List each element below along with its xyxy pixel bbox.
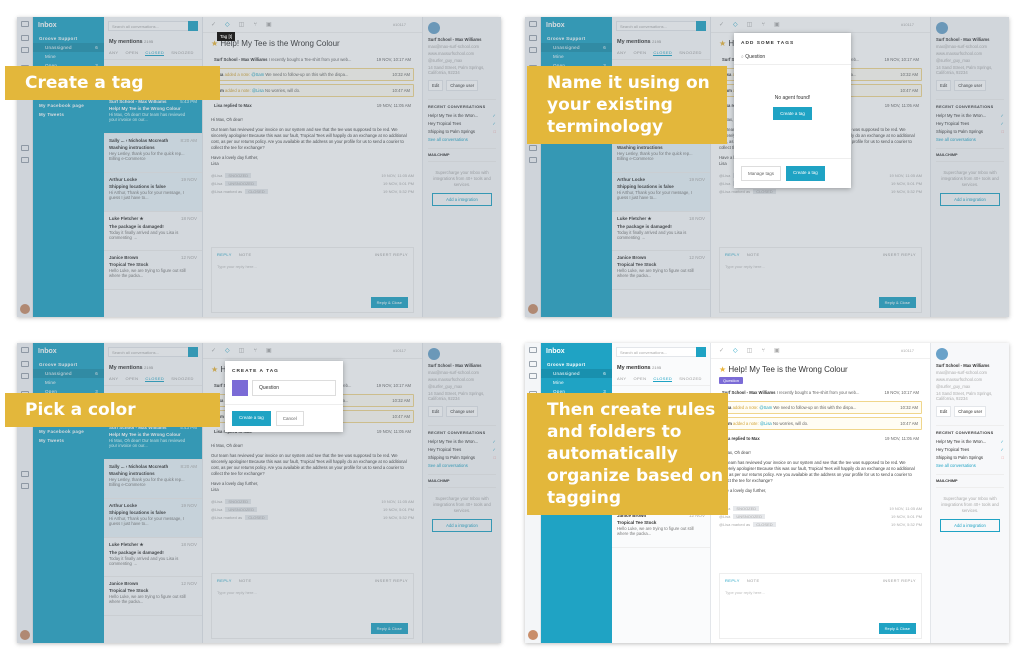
tab-open[interactable]: OPEN — [633, 376, 646, 382]
conversation-subject: Tropical Tee Stock — [617, 520, 657, 525]
user-avatar[interactable] — [528, 630, 538, 640]
message-time: 10:32 AM — [900, 405, 918, 410]
note-row[interactable]: Lisa added a note: @Sam We need to follo… — [719, 401, 922, 414]
nav-icon[interactable] — [529, 373, 537, 379]
empty-message: No agent found! — [774, 95, 811, 101]
step-caption: Name it using on your existing terminolo… — [527, 66, 727, 144]
message-time: 19 NOV, 10:17 AM — [884, 390, 919, 395]
sidebar-item[interactable]: Groove Support — [541, 360, 612, 369]
create-tag-popup: CREATE A TAG Question Create a tag Cancel — [225, 361, 343, 432]
status-badge: UNSNOOZED — [733, 514, 765, 519]
event-row: @Lisa marked as CLOSED 19 NOV, 5:32 PM — [719, 522, 922, 527]
contact-name: Surf School - Max Williams — [936, 363, 990, 368]
inbox-title: Inbox — [546, 348, 565, 355]
sidebar-item-count: 6 — [603, 371, 606, 376]
screenshot-panel: InboxGroove SupportUnassigned6MineOpen3N… — [17, 17, 501, 317]
search-input[interactable]: Search all conversations... — [616, 347, 706, 357]
conversation-view: ✓ ◇ ◫ ⑂ ▣ #10117 ★ Help! My Tee is the Wrong C… — [711, 343, 930, 643]
tag-name-input[interactable]: Question — [252, 380, 336, 396]
nav-icon[interactable] — [529, 361, 537, 367]
event-row: @LisaSNOOZED19 NOV, 11:05 AM — [719, 506, 922, 511]
list-title: My mentions 2195 — [617, 365, 662, 371]
reply-placeholder[interactable]: Type your reply here... — [720, 587, 921, 598]
cancel-button[interactable]: Cancel — [275, 411, 304, 426]
integration-promo: Supercharge your Inbox with integrations… — [941, 496, 999, 513]
conversation-preview: Hello Luke, we are trying to figure out … — [617, 526, 694, 536]
tab-snoozed[interactable]: SNOOZED — [679, 376, 702, 382]
contact-avatar — [936, 348, 948, 360]
create-tag-footer-button[interactable]: Create a tag — [786, 166, 825, 181]
sidebar-item[interactable]: Unassigned 6 — [541, 369, 612, 378]
change-user-button[interactable]: Change user — [954, 406, 987, 417]
contact-address: 14 Sand Street, Palm Springs, California… — [936, 391, 993, 401]
sidebar-item[interactable]: Mine — [541, 378, 612, 387]
message-time: 10:47 AM — [900, 421, 918, 426]
reply-close-button[interactable]: Reply & Close — [878, 623, 916, 634]
check-icon[interactable]: ✓ — [719, 347, 724, 354]
insert-reply-button[interactable]: INSERT REPLY — [883, 578, 916, 583]
add-tags-popup: ADD SOME TAGS ⌕ Question No agent found! Cr… — [734, 33, 851, 188]
edit-button[interactable]: Edit — [936, 406, 952, 417]
sidebar-item-label: Unassigned — [553, 371, 580, 376]
sidebar-item-label: Groove Support — [547, 362, 586, 367]
snooze-icon[interactable]: ◫ — [747, 347, 753, 354]
filter-icon[interactable]: ⑂ — [761, 348, 765, 354]
recent-conversation[interactable]: Shipping to Palm Springs □ — [936, 455, 1004, 460]
list-count: 2195 — [652, 365, 662, 370]
filter-tabs: ANY OPEN CLOSED SNOOZED — [612, 373, 710, 386]
tab-any[interactable]: ANY — [617, 376, 626, 382]
note-row[interactable]: Sam added a note: @Lisa No worries, will… — [719, 417, 922, 430]
message-row[interactable]: Surf School - Max Williams I recently bo… — [719, 387, 922, 398]
status-badge: SNOOZED — [733, 506, 760, 511]
add-integration-button[interactable]: Add a integration — [940, 519, 1000, 532]
step-caption: Pick a color — [5, 393, 220, 427]
sidebar-item-label: Mine — [553, 380, 564, 385]
event-row: @LisaUNSNOOZED19 NOV, 5:01 PM — [719, 514, 922, 519]
reply-composer[interactable]: REPLY NOTE INSERT REPLY Type your reply her… — [719, 573, 922, 639]
more-icon[interactable]: ▣ — [774, 347, 780, 354]
contact-twitter: @surfer_guy_max — [936, 384, 971, 389]
tag-icon[interactable]: ◇ — [733, 347, 738, 354]
compose-button[interactable] — [696, 347, 706, 357]
search-placeholder: Search all conversations... — [620, 349, 667, 355]
recent-title: RECENT CONVERSATIONS — [936, 425, 1004, 435]
nav-icon[interactable] — [529, 347, 537, 353]
screenshot-panel: InboxGroove SupportUnassigned6MineOpen3N… — [17, 343, 501, 643]
contact-website: www.maxsurfschool.com — [936, 377, 983, 382]
tag-tooltip: Tag [t] — [217, 32, 236, 41]
status-badge: CLOSED — [753, 522, 776, 527]
dim-overlay — [17, 17, 501, 317]
tag-search-input[interactable]: ⌕ Question — [734, 50, 851, 65]
screenshot-panel: InboxGroove SupportUnassigned6MineOpen3N… — [525, 17, 1009, 317]
create-tag-button[interactable]: Create a tag — [232, 411, 271, 426]
step-caption: Create a tag — [5, 66, 220, 100]
step-caption: Then create rules and folders to automat… — [527, 393, 728, 515]
recent-conversation[interactable]: Help! My Tee is the Wron... ✓ — [936, 439, 1004, 444]
see-all-link[interactable]: See all conversations — [936, 463, 1004, 468]
reply-header: Lisa replied to Max19 NOV, 11:05 AM — [722, 436, 919, 441]
conversation-title: ★ Help! My Tee is the Wrong Colour — [719, 365, 848, 374]
ticket-number: #10117 — [900, 348, 914, 353]
recent-conversation[interactable]: Hey Tropical Tees ✓ — [936, 447, 1004, 452]
tag-badge[interactable]: Question — [719, 377, 744, 384]
manage-tags-button[interactable]: Manage tags — [741, 166, 782, 181]
reply-body: Hi Max, Oh dear!Our team has reviewed yo… — [719, 450, 915, 499]
tab-note[interactable]: NOTE — [747, 578, 760, 583]
tab-closed[interactable]: CLOSED — [653, 376, 673, 382]
mailchimp-section[interactable]: MAILCHIMP — [936, 474, 1004, 488]
tab-reply[interactable]: REPLY — [725, 578, 740, 583]
contact-panel: Surf School - Max Williams max@max-surf-s… — [930, 343, 1009, 643]
star-icon[interactable]: ★ — [719, 365, 726, 374]
create-tag-button[interactable]: Create a tag — [773, 107, 812, 120]
contact-email: max@max-surf-school.com — [936, 370, 988, 375]
color-picker[interactable] — [232, 380, 248, 396]
toolbar: ✓ ◇ ◫ ⑂ ▣ #10117 — [711, 343, 930, 359]
